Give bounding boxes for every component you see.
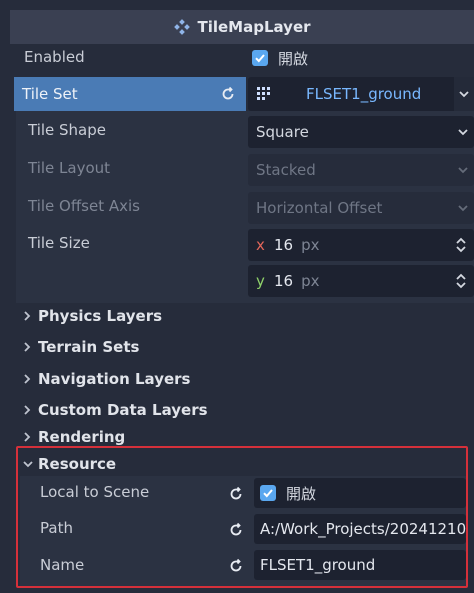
tile-size-y-value: 16 [274, 272, 294, 290]
x-axis-label: x [256, 236, 265, 254]
check-icon [252, 50, 268, 66]
tile-set-label: Tile Set [22, 85, 78, 103]
unit-label: px [301, 272, 320, 290]
tile-size-label: Tile Size [28, 234, 90, 252]
unit-label: px [301, 236, 320, 254]
stepper-icon[interactable] [454, 273, 468, 293]
section-label: Terrain Sets [38, 338, 140, 356]
tile-layout-select[interactable]: Stacked [248, 154, 474, 186]
tile-set-property[interactable]: Tile Set [14, 77, 246, 111]
section-label: Rendering [38, 428, 126, 446]
tile-shape-value: Square [256, 123, 309, 141]
tile-set-value: FLSET1_ground [306, 85, 422, 103]
chevron-right-icon [22, 373, 34, 385]
section-label: Physics Layers [38, 307, 163, 325]
chevron-down-icon [456, 163, 470, 177]
enabled-value-label: 開啟 [278, 49, 309, 68]
section-label: Navigation Layers [38, 370, 191, 388]
tile-offset-axis-label: Tile Offset Axis [28, 197, 140, 215]
enabled-label: Enabled [24, 48, 85, 66]
tilemap-icon [173, 18, 191, 36]
section-terrain-sets[interactable]: Terrain Sets [22, 336, 139, 358]
chevron-down-icon [456, 201, 470, 215]
inspector-header: TileMapLayer [10, 10, 474, 44]
tile-set-resource-picker[interactable]: FLSET1_ground [248, 77, 474, 111]
tileset-grid-icon [256, 86, 272, 102]
tile-size-x-field[interactable]: x 16 px [248, 229, 474, 261]
tile-set-dropdown-button[interactable] [454, 77, 474, 111]
tile-offset-axis-value: Horizontal Offset [256, 199, 383, 217]
y-axis-label: y [256, 272, 265, 290]
chevron-right-icon [22, 404, 34, 416]
chevron-right-icon [22, 341, 34, 353]
section-label: Custom Data Layers [38, 401, 208, 419]
chevron-right-icon [22, 431, 34, 443]
section-navigation-layers[interactable]: Navigation Layers [22, 368, 190, 390]
chevron-down-icon [457, 87, 471, 101]
inspector-panel: TileMapLayer Enabled 開啟 Tile Set FLSET1_… [0, 0, 474, 593]
chevron-down-icon [456, 125, 470, 139]
highlight-frame [16, 446, 468, 588]
revert-icon[interactable] [220, 86, 236, 102]
tile-size-x-value: 16 [274, 236, 294, 254]
section-physics-layers[interactable]: Physics Layers [22, 305, 162, 327]
section-custom-data-layers[interactable]: Custom Data Layers [22, 399, 208, 421]
stepper-icon[interactable] [454, 237, 468, 257]
section-rendering[interactable]: Rendering [22, 426, 125, 448]
tile-shape-label: Tile Shape [28, 121, 107, 139]
enabled-checkbox[interactable]: 開啟 [252, 48, 308, 68]
inspector-title: TileMapLayer [197, 18, 311, 36]
tile-shape-select[interactable]: Square [248, 116, 474, 148]
tile-size-y-field[interactable]: y 16 px [248, 265, 474, 297]
chevron-right-icon [22, 310, 34, 322]
tile-offset-axis-select[interactable]: Horizontal Offset [248, 192, 474, 224]
tile-layout-value: Stacked [256, 161, 316, 179]
tile-layout-label: Tile Layout [28, 159, 111, 177]
